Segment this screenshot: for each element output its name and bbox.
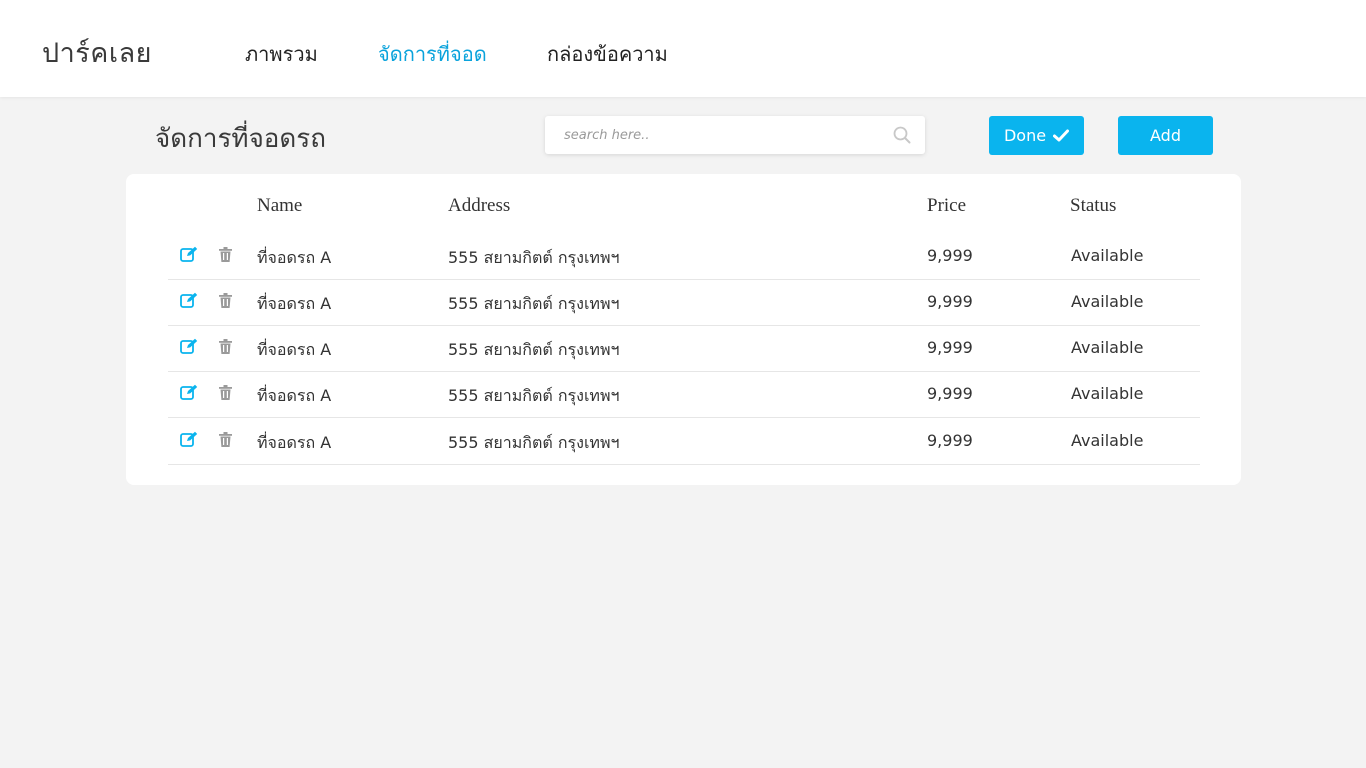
row-price: 9,999 (927, 338, 973, 357)
trash-icon[interactable] (219, 293, 232, 308)
row-address: 555 สยามกิตต์ กรุงเทพฯ (448, 294, 620, 313)
row-price: 9,999 (927, 246, 973, 265)
column-header-address: Address (448, 195, 511, 216)
done-button-label: Done (1003, 126, 1047, 145)
row-status: Available (1071, 431, 1144, 450)
table-row: ที่จอดรถ A 555 สยามกิตต์ กรุงเทพฯ 9,999 … (168, 326, 1200, 372)
trash-icon[interactable] (219, 339, 232, 354)
add-button-label: Add (1150, 126, 1181, 145)
row-name: ที่จอดรถ A (257, 433, 332, 452)
table-row: ที่จอดรถ A 555 สยามกิตต์ กรุงเทพฯ 9,999 … (168, 372, 1200, 418)
trash-icon[interactable] (219, 247, 232, 262)
page-title: จัดการที่จอดรถ (155, 124, 327, 154)
row-status: Available (1071, 384, 1144, 403)
table-row: ที่จอดรถ A 555 สยามกิตต์ กรุงเทพฯ 9,999 … (168, 419, 1200, 465)
edit-icon[interactable] (180, 246, 198, 263)
row-name: ที่จอดรถ A (257, 340, 332, 359)
check-icon (1053, 129, 1070, 142)
column-header-status: Status (1070, 195, 1117, 216)
search-box (545, 116, 925, 154)
row-address: 555 สยามกิตต์ กรุงเทพฯ (448, 340, 620, 359)
row-address: 555 สยามกิตต์ กรุงเทพฯ (448, 433, 620, 452)
search-input[interactable] (545, 116, 885, 154)
row-name: ที่จอดรถ A (257, 294, 332, 313)
parking-table-card: Name Address Price Status ที่จอดรถ A 555… (126, 174, 1241, 485)
row-price: 9,999 (927, 431, 973, 450)
row-price: 9,999 (927, 292, 973, 311)
row-price: 9,999 (927, 384, 973, 403)
nav-item-overview[interactable]: ภาพรวม (245, 38, 318, 70)
top-navigation-bar: ปาร์คเลย ภาพรวม จัดการที่จอด กล่องข้อควา… (0, 0, 1366, 97)
nav-item-inbox[interactable]: กล่องข้อความ (547, 38, 668, 70)
edit-icon[interactable] (180, 431, 198, 448)
add-button[interactable]: Add (1118, 116, 1213, 155)
row-name: ที่จอดรถ A (257, 248, 332, 267)
search-icon[interactable] (893, 126, 911, 144)
row-address: 555 สยามกิตต์ กรุงเทพฯ (448, 248, 620, 267)
table-row: ที่จอดรถ A 555 สยามกิตต์ กรุงเทพฯ 9,999 … (168, 234, 1200, 280)
app-logo[interactable]: ปาร์คเลย (42, 31, 152, 74)
table-row: ที่จอดรถ A 555 สยามกิตต์ กรุงเทพฯ 9,999 … (168, 280, 1200, 326)
nav-item-manage-parking[interactable]: จัดการที่จอด (378, 38, 487, 70)
row-status: Available (1071, 292, 1144, 311)
row-status: Available (1071, 338, 1144, 357)
column-header-price: Price (927, 195, 967, 216)
edit-icon[interactable] (180, 384, 198, 401)
edit-icon[interactable] (180, 292, 198, 309)
trash-icon[interactable] (219, 385, 232, 400)
column-header-name: Name (257, 195, 303, 216)
row-address: 555 สยามกิตต์ กรุงเทพฯ (448, 386, 620, 405)
row-name: ที่จอดรถ A (257, 386, 332, 405)
trash-icon[interactable] (219, 432, 232, 447)
edit-icon[interactable] (180, 338, 198, 355)
done-button[interactable]: Done (989, 116, 1084, 155)
row-status: Available (1071, 246, 1144, 265)
